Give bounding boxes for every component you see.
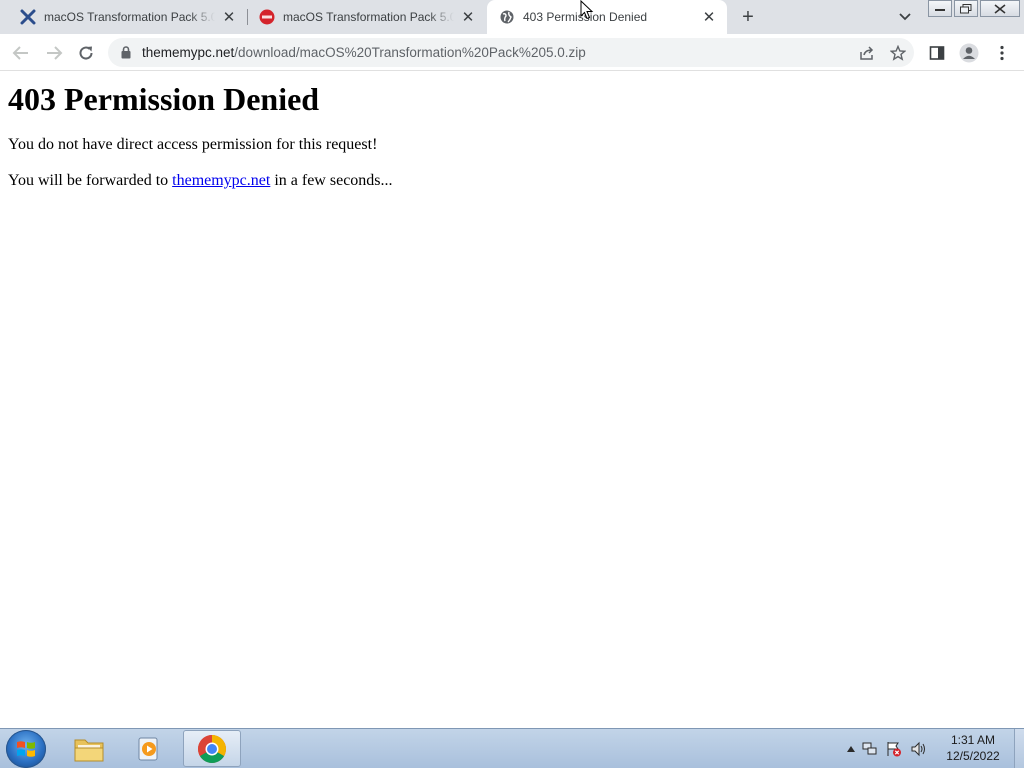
taskbar: 1:31 AM 12/5/2022	[0, 728, 1024, 768]
taskbar-chrome[interactable]	[183, 730, 241, 767]
tab-search-button[interactable]	[896, 9, 914, 25]
page-content: 403 Permission Denied You do not have di…	[0, 71, 1024, 728]
lock-icon[interactable]	[120, 46, 132, 60]
folder-icon	[74, 739, 104, 761]
start-button[interactable]	[6, 730, 46, 768]
window-close-button[interactable]	[980, 0, 1020, 17]
url-path: /download/macOS%20Transformation%20Pack%…	[234, 45, 586, 60]
thememypc-logo-icon	[259, 9, 275, 25]
side-panel-icon	[929, 46, 945, 60]
reload-button[interactable]	[75, 42, 97, 64]
minimize-button[interactable]	[928, 0, 952, 17]
avatar-icon	[959, 43, 979, 63]
reload-icon	[79, 46, 93, 60]
forward-notice: You will be forwarded to thememypc.net i…	[8, 172, 393, 190]
volume-icon[interactable]	[906, 741, 930, 757]
minimize-icon	[935, 8, 945, 11]
page-title: 403 Permission Denied	[8, 81, 320, 117]
address-bar[interactable]: thememypc.net/download/macOS%20Transform…	[108, 38, 914, 67]
globe-icon	[499, 9, 515, 25]
show-hidden-icons-button[interactable]	[844, 746, 858, 752]
tab-strip: macOS Transformation Pack 5.0 - ✕ macOS …	[0, 0, 1024, 34]
new-tab-button[interactable]: +	[737, 6, 759, 28]
restore-button[interactable]	[954, 0, 978, 17]
tab-macos-pack-2[interactable]: macOS Transformation Pack 5.0 | ✕	[248, 0, 486, 34]
arrow-left-icon	[12, 46, 28, 60]
forward-button[interactable]	[43, 42, 65, 64]
bookmark-button[interactable]	[887, 42, 909, 64]
forward-suffix: in a few seconds...	[274, 172, 393, 189]
triangle-up-icon	[847, 746, 855, 752]
forward-prefix: You will be forwarded to	[8, 172, 169, 189]
x-logo-icon	[20, 9, 36, 25]
close-icon	[994, 3, 1006, 14]
taskbar-clock[interactable]: 1:31 AM 12/5/2022	[938, 732, 1008, 764]
profile-button[interactable]	[958, 42, 980, 64]
clock-date: 12/5/2022	[946, 749, 1000, 763]
taskbar-explorer[interactable]	[60, 730, 118, 767]
tab-title: macOS Transformation Pack 5.0 -	[44, 10, 215, 24]
tab-permission-denied[interactable]: 403 Permission Denied ✕	[487, 0, 727, 34]
back-button[interactable]	[10, 42, 32, 64]
network-icon[interactable]	[858, 741, 882, 757]
restore-icon	[960, 3, 972, 13]
error-message: You do not have direct access permission…	[8, 136, 378, 153]
browser-toolbar: thememypc.net/download/macOS%20Transform…	[0, 34, 1024, 71]
show-desktop-button[interactable]	[1014, 729, 1024, 768]
close-icon[interactable]: ✕	[701, 9, 717, 26]
clock-time: 1:31 AM	[950, 733, 996, 747]
system-tray	[844, 729, 930, 768]
action-center-alert-icon[interactable]	[882, 741, 906, 757]
url-text: thememypc.net/download/macOS%20Transform…	[142, 45, 586, 60]
star-icon	[890, 45, 906, 61]
window-controls	[928, 0, 1020, 17]
share-button[interactable]	[856, 42, 878, 64]
share-icon	[860, 46, 874, 60]
kebab-menu-icon	[1000, 45, 1004, 61]
url-domain: thememypc.net	[142, 45, 235, 60]
tab-title: 403 Permission Denied	[523, 10, 648, 24]
taskbar-media-player[interactable]	[120, 730, 178, 767]
close-icon[interactable]: ✕	[221, 9, 237, 26]
side-panel-button[interactable]	[926, 42, 948, 64]
chrome-icon	[198, 734, 226, 763]
forward-link[interactable]: thememypc.net	[172, 172, 270, 189]
tab-title: macOS Transformation Pack 5.0 |	[283, 10, 454, 24]
chevron-down-icon	[899, 13, 911, 21]
arrow-right-icon	[47, 46, 63, 60]
close-icon[interactable]: ✕	[460, 9, 476, 26]
media-player-icon	[138, 737, 158, 760]
tab-macos-pack-1[interactable]: macOS Transformation Pack 5.0 - ✕	[0, 0, 247, 34]
menu-button[interactable]	[991, 42, 1013, 64]
windows-logo-icon	[17, 741, 35, 757]
